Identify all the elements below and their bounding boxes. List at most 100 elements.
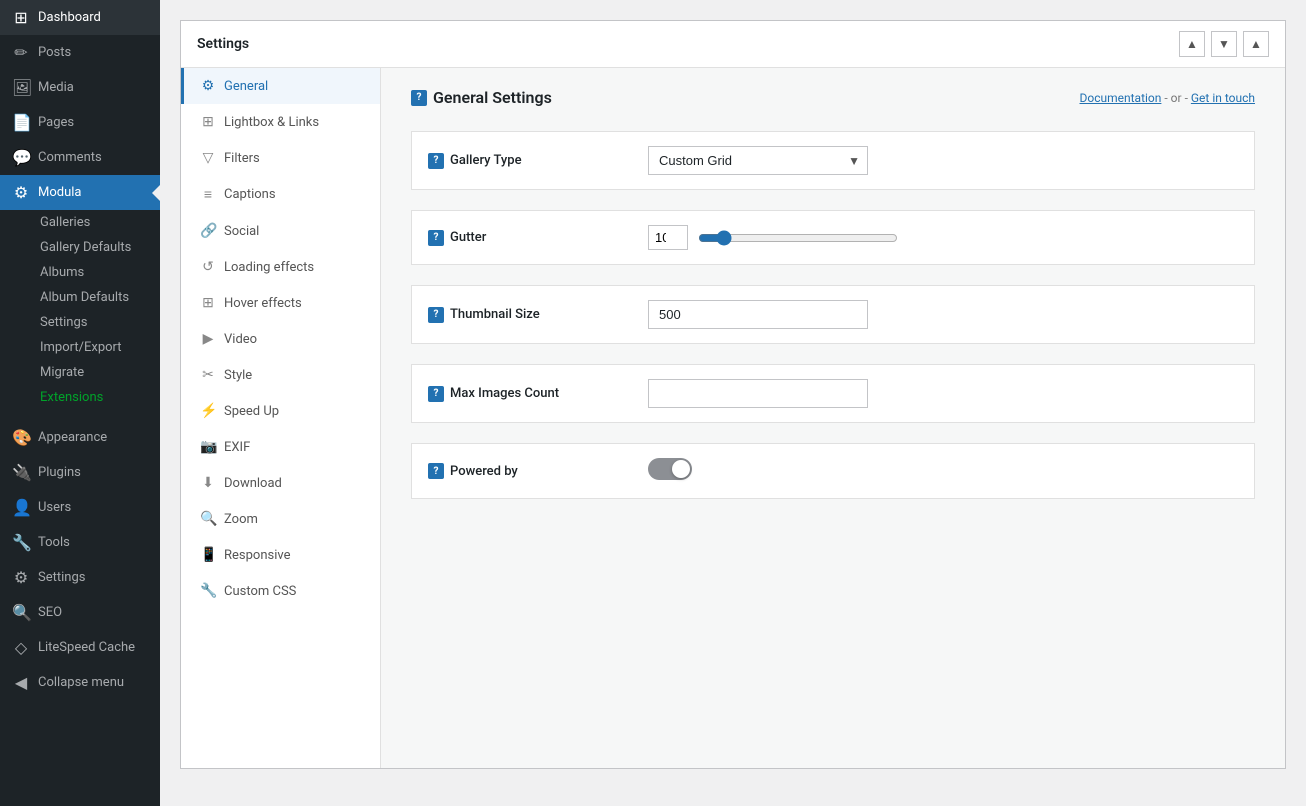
- panel-collapse-button[interactable]: ▲: [1243, 31, 1269, 57]
- nav-item-speed-up[interactable]: ⚡ Speed Up: [181, 393, 380, 429]
- general-settings-help[interactable]: ?: [411, 90, 427, 106]
- settings-nav: ⚙ General ⊞ Lightbox & Links ▽ Filters ≡…: [181, 68, 381, 768]
- sidebar-item-label: Posts: [38, 45, 71, 60]
- zoom-nav-icon: 🔍: [200, 511, 216, 527]
- nav-item-custom-css[interactable]: 🔧 Custom CSS: [181, 573, 380, 609]
- sidebar-item-seo[interactable]: 🔍 SEO: [0, 595, 160, 630]
- powered-by-help[interactable]: ?: [428, 463, 444, 479]
- submenu-settings[interactable]: Settings: [12, 310, 160, 335]
- nav-item-zoom[interactable]: 🔍 Zoom: [181, 501, 380, 537]
- video-nav-icon: ▶: [200, 331, 216, 347]
- nav-item-download[interactable]: ⬇ Download: [181, 465, 380, 501]
- sidebar-item-label: Settings: [38, 570, 85, 585]
- nav-item-responsive-label: Responsive: [224, 548, 291, 563]
- max-images-label-group: ? Max Images Count: [428, 386, 648, 402]
- nav-item-social[interactable]: 🔗 Social: [181, 213, 380, 249]
- nav-item-loading-effects[interactable]: ↺ Loading effects: [181, 249, 380, 285]
- powered-by-toggle[interactable]: [648, 458, 692, 480]
- sidebar-item-appearance[interactable]: 🎨 Appearance: [0, 420, 160, 455]
- submenu-galleries[interactable]: Galleries: [12, 210, 160, 235]
- sidebar: ⊞ Dashboard ✏ Posts 🖼 Media 📄 Pages 💬 Co…: [0, 0, 160, 806]
- submenu-import-export[interactable]: Import/Export: [12, 335, 160, 360]
- submenu-albums[interactable]: Albums: [12, 260, 160, 285]
- posts-icon: ✏: [12, 43, 30, 62]
- gallery-type-select-wrapper: Custom Grid Masonry Slider Justified ▼: [648, 146, 868, 175]
- gutter-label: Gutter: [450, 230, 486, 245]
- sidebar-item-dashboard[interactable]: ⊞ Dashboard: [0, 0, 160, 35]
- sidebar-item-users[interactable]: 👤 Users: [0, 490, 160, 525]
- sidebar-item-tools[interactable]: 🔧 Tools: [0, 525, 160, 560]
- sidebar-item-label: LiteSpeed Cache: [38, 640, 135, 655]
- sidebar-item-litespeed[interactable]: ◇ LiteSpeed Cache: [0, 630, 160, 665]
- settings-panel: Settings ▲ ▼ ▲ ⚙ General ⊞ Lightbox & Li…: [180, 20, 1286, 769]
- nav-item-exif[interactable]: 📷 EXIF: [181, 429, 380, 465]
- gutter-slider[interactable]: [698, 230, 898, 246]
- nav-item-filters-label: Filters: [224, 151, 260, 166]
- settings-wp-icon: ⚙: [12, 568, 30, 587]
- sidebar-item-posts[interactable]: ✏ Posts: [0, 35, 160, 70]
- submenu-album-defaults[interactable]: Album Defaults: [12, 285, 160, 310]
- submenu-extensions[interactable]: Extensions: [12, 385, 160, 410]
- sidebar-item-label: Pages: [38, 115, 74, 130]
- nav-item-style[interactable]: ✂ Style: [181, 357, 380, 393]
- sidebar-item-settings-wp[interactable]: ⚙ Settings: [0, 560, 160, 595]
- sidebar-item-collapse[interactable]: ◀ Collapse menu: [0, 665, 160, 700]
- users-icon: 👤: [12, 498, 30, 517]
- panel-down-button[interactable]: ▼: [1211, 31, 1237, 57]
- thumbnail-size-help[interactable]: ?: [428, 307, 444, 323]
- nav-item-captions[interactable]: ≡ Captions: [181, 176, 380, 213]
- max-images-help[interactable]: ?: [428, 386, 444, 402]
- nav-item-general[interactable]: ⚙ General: [181, 68, 380, 104]
- gutter-row: ? Gutter: [411, 210, 1255, 265]
- plugins-icon: 🔌: [12, 463, 30, 482]
- responsive-nav-icon: 📱: [200, 547, 216, 563]
- gallery-type-control: Custom Grid Masonry Slider Justified ▼: [648, 146, 1238, 175]
- sidebar-item-modula[interactable]: ⚙ Modula: [0, 175, 160, 210]
- nav-item-video[interactable]: ▶ Video: [181, 321, 380, 357]
- custom-css-nav-icon: 🔧: [200, 583, 216, 599]
- nav-item-hover-label: Hover effects: [224, 296, 302, 311]
- style-nav-icon: ✂: [200, 367, 216, 383]
- thumbnail-size-input[interactable]: [648, 300, 868, 329]
- sidebar-item-comments[interactable]: 💬 Comments: [0, 140, 160, 175]
- settings-content-header: ? General Settings Documentation - or - …: [411, 88, 1255, 107]
- seo-icon: 🔍: [12, 603, 30, 622]
- gutter-help[interactable]: ?: [428, 230, 444, 246]
- powered-by-label: Powered by: [450, 464, 518, 479]
- nav-item-lightbox-links[interactable]: ⊞ Lightbox & Links: [181, 104, 380, 140]
- sidebar-item-label: SEO: [38, 605, 62, 620]
- max-images-input[interactable]: [648, 379, 868, 408]
- pages-icon: 📄: [12, 113, 30, 132]
- gallery-type-select[interactable]: Custom Grid Masonry Slider Justified: [648, 146, 868, 175]
- gallery-type-label-group: ? Gallery Type: [428, 153, 648, 169]
- sidebar-item-label: Tools: [38, 535, 70, 550]
- get-in-touch-link[interactable]: Get in touch: [1191, 91, 1255, 105]
- nav-item-custom-css-label: Custom CSS: [224, 584, 296, 599]
- submenu-migrate[interactable]: Migrate: [12, 360, 160, 385]
- gutter-value-input[interactable]: [648, 225, 688, 250]
- nav-item-zoom-label: Zoom: [224, 512, 258, 527]
- nav-item-filters[interactable]: ▽ Filters: [181, 140, 380, 176]
- sidebar-item-label: Appearance: [38, 430, 107, 445]
- nav-item-responsive[interactable]: 📱 Responsive: [181, 537, 380, 573]
- sidebar-item-pages[interactable]: 📄 Pages: [0, 105, 160, 140]
- sidebar-item-media[interactable]: 🖼 Media: [0, 70, 160, 105]
- sidebar-item-label: Users: [38, 500, 71, 515]
- nav-item-hover-effects[interactable]: ⊞ Hover effects: [181, 285, 380, 321]
- nav-item-style-label: Style: [224, 368, 252, 383]
- submenu-gallery-defaults[interactable]: Gallery Defaults: [12, 235, 160, 260]
- settings-content-title: General Settings: [433, 88, 552, 107]
- gallery-type-help[interactable]: ?: [428, 153, 444, 169]
- gutter-label-group: ? Gutter: [428, 230, 648, 246]
- nav-item-social-label: Social: [224, 224, 259, 239]
- nav-item-loading-label: Loading effects: [224, 260, 314, 275]
- filters-nav-icon: ▽: [200, 150, 216, 166]
- toggle-thumb: [672, 460, 690, 478]
- modula-submenu: Galleries Gallery Defaults Albums Album …: [0, 210, 160, 410]
- panel-up-button[interactable]: ▲: [1179, 31, 1205, 57]
- documentation-link[interactable]: Documentation: [1080, 91, 1162, 105]
- sidebar-item-plugins[interactable]: 🔌 Plugins: [0, 455, 160, 490]
- exif-nav-icon: 📷: [200, 439, 216, 455]
- powered-by-label-group: ? Powered by: [428, 463, 648, 479]
- gallery-type-row: ? Gallery Type Custom Grid Masonry Slide…: [411, 131, 1255, 190]
